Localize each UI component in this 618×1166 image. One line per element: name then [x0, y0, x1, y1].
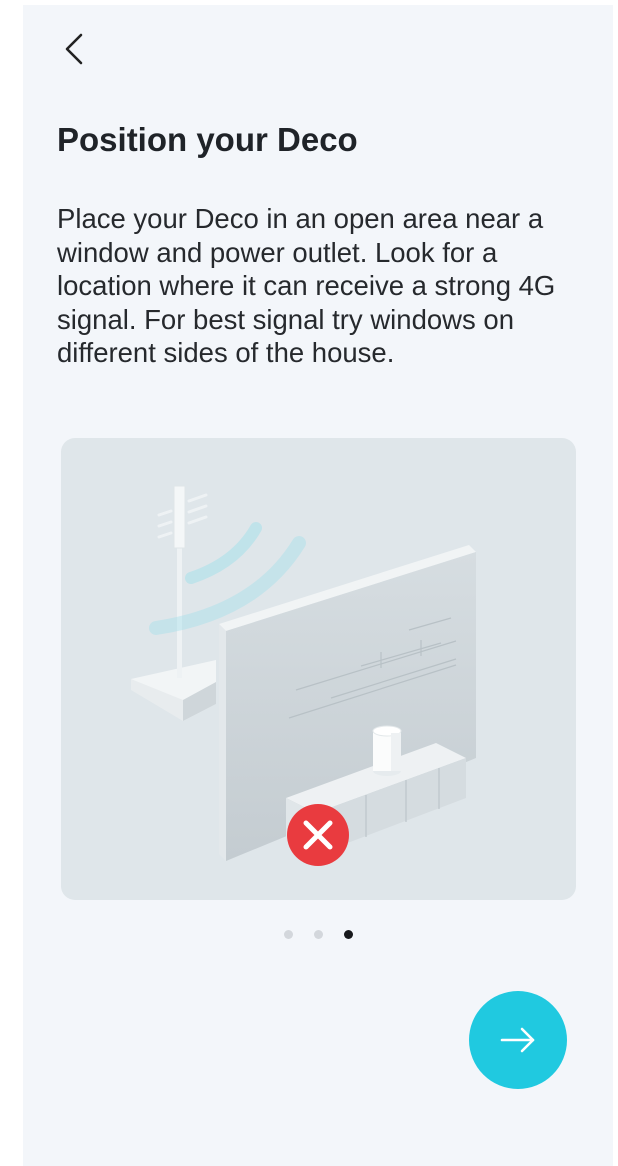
page-dot-2[interactable] — [313, 930, 323, 939]
page-dot-1[interactable] — [283, 930, 293, 939]
page-dot-3-active[interactable] — [343, 930, 353, 939]
instruction-text: Place your Deco in an open area near a w… — [57, 203, 556, 368]
back-button[interactable] — [57, 27, 91, 71]
x-mark-icon — [287, 804, 349, 866]
chevron-left-icon — [65, 33, 83, 65]
onboarding-screen: Position your Deco Place your Deco in an… — [23, 5, 613, 1166]
next-button[interactable] — [469, 991, 567, 1089]
page-title: Position your Deco — [57, 121, 358, 158]
deco-device-icon — [372, 725, 402, 776]
pagination-dots — [23, 930, 613, 939]
arrow-right-icon — [500, 1027, 535, 1053]
placement-illustration — [61, 438, 576, 900]
antenna-base — [131, 660, 216, 721]
antenna-icon — [157, 485, 208, 678]
